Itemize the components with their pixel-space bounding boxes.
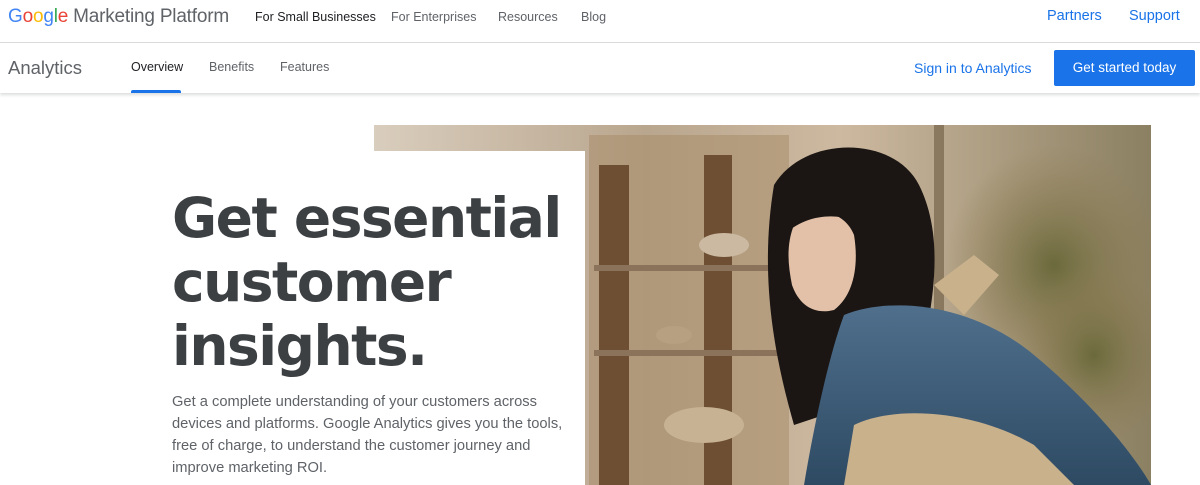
hero-headline-line: customer	[172, 250, 452, 314]
hero-headline-line: insights.	[172, 314, 428, 378]
logo-letter: g	[43, 6, 54, 27]
hero-description-line: improve marketing ROI.	[172, 460, 328, 476]
product-sub-bar: Analytics Overview Benefits Features Sig…	[0, 43, 1200, 93]
google-wordmark: Google	[8, 6, 68, 27]
product-title: Analytics	[8, 57, 83, 78]
hero-description: Get a complete understanding of your cus…	[172, 391, 563, 479]
tab-benefits[interactable]: Benefits	[209, 60, 254, 74]
partners-link[interactable]: Partners	[1047, 8, 1102, 24]
logo-platform-text: Marketing Platform	[73, 6, 229, 27]
nav-blog[interactable]: Blog	[581, 10, 606, 24]
sign-in-link[interactable]: Sign in to Analytics	[914, 60, 1032, 76]
hero-description-line: free of charge, to understand the custom…	[172, 438, 531, 454]
nav-resources[interactable]: Resources	[498, 10, 558, 24]
google-marketing-platform-logo[interactable]: Google Marketing Platform	[8, 6, 229, 28]
hero-headline: Get essential customer insights.	[172, 186, 572, 378]
tab-overview[interactable]: Overview	[131, 60, 183, 74]
logo-letter: e	[57, 6, 69, 27]
get-started-button[interactable]: Get started today	[1054, 50, 1195, 86]
hero-headline-line: Get essential	[172, 186, 562, 250]
hero-description-line: Get a complete understanding of your cus…	[172, 394, 537, 410]
hero-description-line: devices and platforms. Google Analytics …	[172, 416, 563, 432]
top-bar: Google Marketing Platform For Small Busin…	[0, 0, 1200, 43]
active-tab-indicator	[131, 90, 181, 93]
logo-letter: o	[22, 6, 34, 27]
logo-letter: o	[32, 6, 44, 27]
support-link[interactable]: Support	[1129, 8, 1180, 24]
logo-letter: G	[8, 6, 23, 27]
nav-for-enterprises[interactable]: For Enterprises	[391, 10, 476, 24]
nav-for-small-businesses[interactable]: For Small Businesses	[255, 10, 376, 24]
tab-features[interactable]: Features	[280, 60, 329, 74]
